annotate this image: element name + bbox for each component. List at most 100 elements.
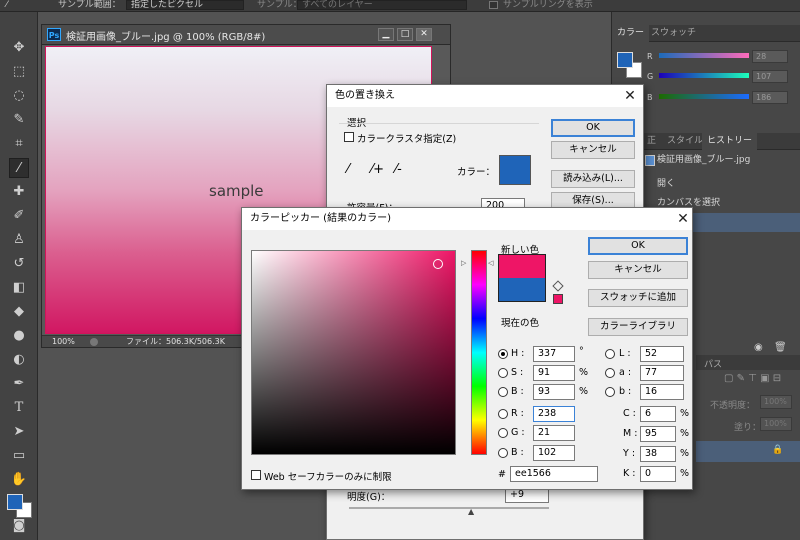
cmyk-c-input[interactable]: 6 xyxy=(640,406,676,422)
hex-input[interactable]: ee1566 xyxy=(510,466,598,482)
slider-r-value[interactable]: 28 xyxy=(752,50,788,63)
slider-g[interactable] xyxy=(659,73,749,78)
gamut-color-swatch[interactable] xyxy=(553,294,563,304)
eyedropper-minus-icon[interactable]: ⁄- xyxy=(395,162,402,177)
document-title: 検証用画像_ブルー.jpg @ 100% (RGB/8#) xyxy=(66,32,266,43)
slider-b-value[interactable]: 186 xyxy=(752,91,788,104)
paint-bucket-tool-icon[interactable]: ◆ xyxy=(9,302,29,322)
layer-row-background[interactable]: 🔒 xyxy=(696,441,800,462)
eraser-tool-icon[interactable]: ◧ xyxy=(9,278,29,298)
red-input[interactable]: 238 xyxy=(533,406,575,422)
lab-a-label: a : xyxy=(619,367,632,378)
rectangle-tool-icon[interactable]: ▭ xyxy=(9,446,29,466)
replace-cancel-button[interactable]: キャンセル xyxy=(551,141,635,159)
trash-icon[interactable]: 🗑 xyxy=(774,342,787,353)
lasso-tool-icon[interactable]: ◌ xyxy=(9,86,29,106)
load-button[interactable]: 読み込み(L)... xyxy=(551,170,635,188)
camera-icon[interactable]: ◉ xyxy=(754,342,763,353)
hue-slider-left-arrow[interactable]: ▷ xyxy=(461,259,466,267)
slider-g-value[interactable]: 107 xyxy=(752,70,788,83)
picker-ok-button[interactable]: OK xyxy=(588,237,688,255)
lock-pixels-icon[interactable]: ▢ ✎ ⊤ ▣ ⊟ xyxy=(724,373,781,384)
brush-tool-icon[interactable]: ✐ xyxy=(9,206,29,226)
hue-input[interactable]: 337 xyxy=(533,346,575,362)
clone-stamp-tool-icon[interactable]: ♙ xyxy=(9,230,29,250)
dodge-tool-icon[interactable]: ◐ xyxy=(9,350,29,370)
slider-g-label: G xyxy=(647,72,654,81)
blur-tool-icon[interactable]: ● xyxy=(9,326,29,346)
hue-slider-right-arrow[interactable]: ◁ xyxy=(488,259,493,267)
lab-a-input[interactable]: 77 xyxy=(640,365,684,381)
lab-l-input[interactable]: 52 xyxy=(640,346,684,362)
show-ring-checkbox[interactable] xyxy=(489,1,498,9)
tab-color[interactable]: カラー xyxy=(612,25,650,42)
marquee-tool-icon[interactable]: ⬚ xyxy=(9,62,29,82)
pen-tool-icon[interactable]: ✒ xyxy=(9,374,29,394)
radio-red[interactable] xyxy=(498,409,508,419)
fill-input[interactable]: 100% xyxy=(760,417,792,431)
quick-mask-icon[interactable]: ◙ xyxy=(9,516,29,536)
healing-brush-tool-icon[interactable]: ✚ xyxy=(9,182,29,202)
saturation-brightness-field[interactable] xyxy=(251,250,456,455)
hue-unit: ° xyxy=(579,346,584,357)
eyedropper-tool-icon[interactable]: ⁄ xyxy=(9,158,29,178)
cmyk-k-input[interactable]: 0 xyxy=(640,466,676,482)
slider-r[interactable] xyxy=(659,53,749,58)
cmyk-y-input[interactable]: 38 xyxy=(640,446,676,462)
maximize-button[interactable]: □ xyxy=(397,28,413,41)
tab-swatches[interactable]: スウォッチ xyxy=(646,25,701,42)
current-color-preview[interactable] xyxy=(498,278,546,302)
sample-size-select[interactable]: 指定したピクセル xyxy=(126,0,244,10)
replace-color-close-icon[interactable]: ✕ xyxy=(621,87,639,105)
tab-history[interactable]: ヒストリー xyxy=(702,133,758,150)
picker-cancel-button[interactable]: キャンセル xyxy=(588,261,688,279)
document-tab[interactable]: Ps 検証用画像_ブルー.jpg @ 100% (RGB/8#) ▁ □ ✕ xyxy=(42,25,450,45)
type-tool-icon[interactable]: T xyxy=(9,398,29,418)
color-picker-close-icon[interactable]: ✕ xyxy=(674,210,692,228)
hue-slider[interactable] xyxy=(471,250,487,455)
lab-b-input[interactable]: 16 xyxy=(640,384,684,400)
history-brush-tool-icon[interactable]: ↺ xyxy=(9,254,29,274)
lightness-slider[interactable] xyxy=(349,507,549,509)
foreground-color-swatch[interactable] xyxy=(7,494,23,510)
radio-hue[interactable] xyxy=(498,349,508,359)
close-window-button[interactable]: ✕ xyxy=(416,28,432,41)
radio-brightness[interactable] xyxy=(498,387,508,397)
status-info-icon[interactable] xyxy=(90,338,98,346)
lightness-slider-thumb[interactable]: ▲ xyxy=(468,507,474,516)
cmyk-m-input[interactable]: 95 xyxy=(640,426,676,442)
eyedropper-plus-icon[interactable]: ⁄+ xyxy=(371,162,384,177)
color-libraries-button[interactable]: カラーライブラリ xyxy=(588,318,688,336)
add-to-swatches-button[interactable]: スウォッチに追加 xyxy=(588,289,688,307)
sample-select[interactable]: すべてのレイヤー xyxy=(297,0,467,10)
radio-lab-a[interactable] xyxy=(605,368,615,378)
web-colors-only-checkbox[interactable] xyxy=(251,470,261,480)
opacity-input[interactable]: 100% xyxy=(760,395,792,409)
tab-paths[interactable]: パス xyxy=(704,357,722,370)
blue-input[interactable]: 102 xyxy=(533,445,575,461)
radio-saturation[interactable] xyxy=(498,368,508,378)
hand-tool-icon[interactable]: ✋ xyxy=(9,470,29,490)
out-of-gamut-cube-icon[interactable] xyxy=(552,280,564,292)
replace-color-swatch[interactable] xyxy=(499,155,531,185)
radio-green[interactable] xyxy=(498,428,508,438)
saturation-input[interactable]: 91 xyxy=(533,365,575,381)
green-input[interactable]: 21 xyxy=(533,425,575,441)
radio-lab-b[interactable] xyxy=(605,387,615,397)
slider-b[interactable] xyxy=(659,94,749,99)
color-selector-circle[interactable] xyxy=(432,259,443,270)
brightness-input[interactable]: 93 xyxy=(533,384,575,400)
replace-ok-button[interactable]: OK xyxy=(551,119,635,137)
tab-adjustments[interactable]: 正 xyxy=(642,133,661,150)
localized-clusters-checkbox[interactable] xyxy=(344,132,354,142)
eyedropper-icon[interactable]: ⁄ xyxy=(347,162,349,177)
minimize-button[interactable]: ▁ xyxy=(378,28,394,41)
move-tool-icon[interactable]: ✥ xyxy=(9,38,29,58)
quick-select-tool-icon[interactable]: ✎ xyxy=(9,110,29,130)
zoom-level[interactable]: 100% xyxy=(52,336,75,348)
radio-lab-l[interactable] xyxy=(605,349,615,359)
radio-blue[interactable] xyxy=(498,448,508,458)
path-select-tool-icon[interactable]: ➤ xyxy=(9,422,29,442)
crop-tool-icon[interactable]: ⌗ xyxy=(9,134,29,154)
panel-foreground-swatch[interactable] xyxy=(617,52,633,68)
